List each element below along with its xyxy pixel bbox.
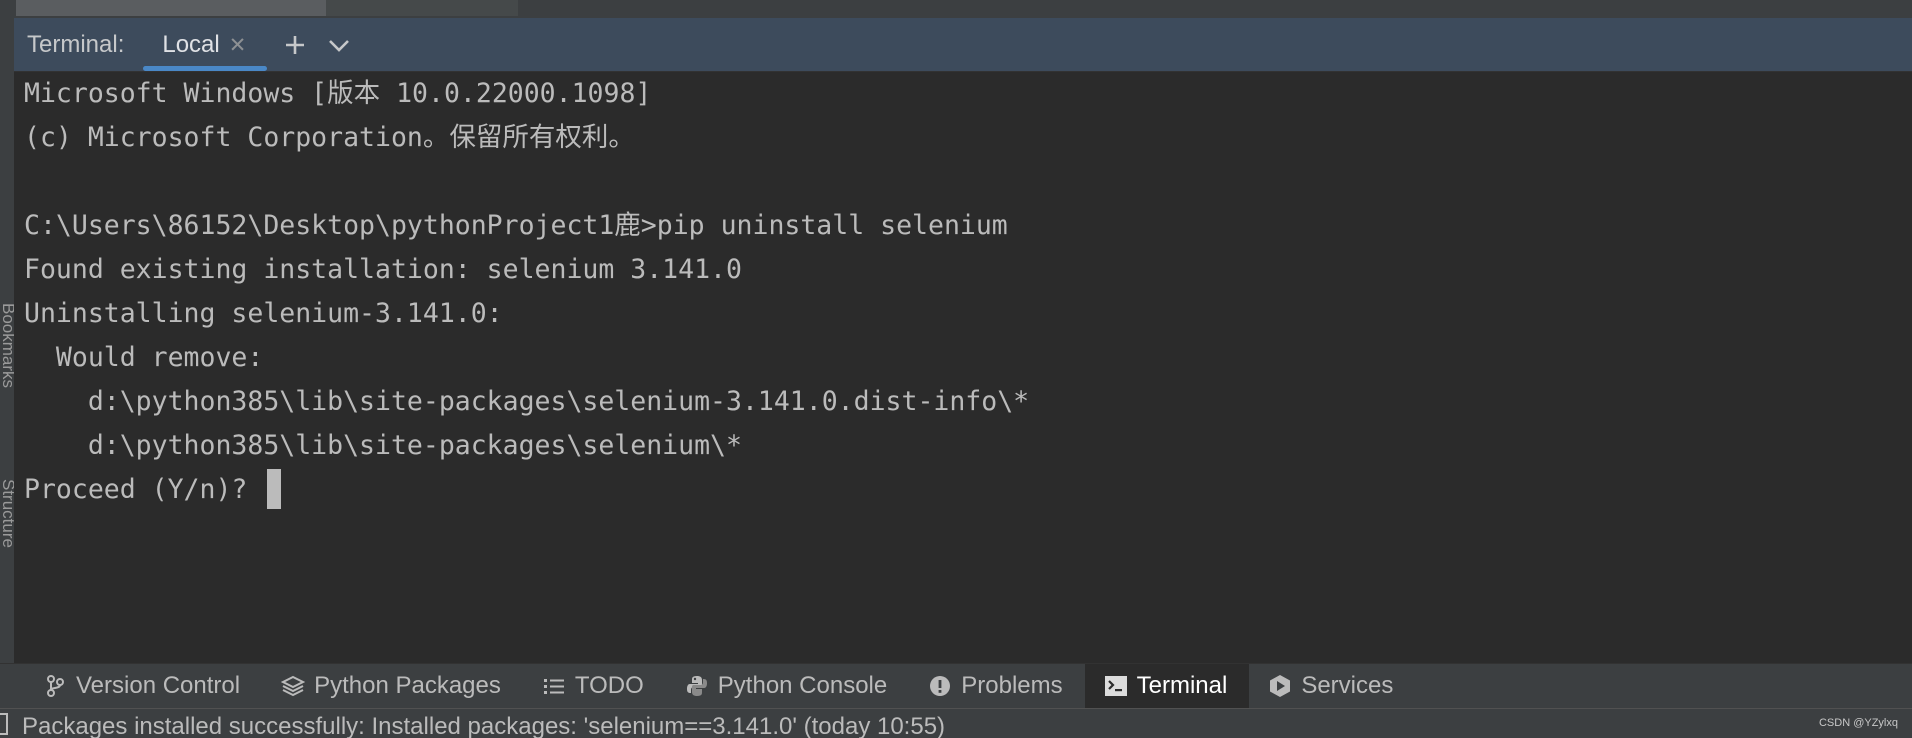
horizontal-scrollbar-thumb[interactable] [16, 0, 326, 16]
status-message[interactable]: Packages installed successfully: Install… [22, 713, 945, 738]
chevron-down-icon [329, 39, 350, 52]
terminal-line: d:\python385\lib\site-packages\selenium-… [24, 386, 1030, 417]
terminal-line: Uninstalling selenium-3.141.0: [24, 298, 503, 329]
terminal-line: Would remove: [24, 342, 264, 373]
text-cursor [267, 468, 282, 509]
tool-tab-label: TODO [574, 672, 644, 699]
new-session-button[interactable] [273, 23, 317, 67]
watermark: CSDN @YZylxq [1818, 717, 1898, 729]
terminal-line: Found existing installation: selenium 3.… [24, 254, 742, 285]
active-tab-indicator [143, 66, 268, 71]
tool-tab-services[interactable]: Services [1249, 664, 1415, 709]
horizontal-scrollbar-track[interactable] [326, 0, 518, 16]
python-icon [684, 673, 710, 699]
tool-tab-label: Problems [961, 672, 1063, 699]
terminal-icon [1103, 673, 1129, 699]
terminal-line: d:\python385\lib\site-packages\selenium\… [24, 430, 742, 461]
panel-toggle-icon[interactable] [0, 713, 8, 735]
ide-window: Bookmarks Structure Terminal: Local ✕ Mi… [0, 0, 1912, 738]
plus-icon [286, 35, 305, 54]
left-tool-strip: Bookmarks Structure [0, 18, 15, 663]
tab-local[interactable]: Local ✕ [143, 18, 268, 71]
bookmarks-tool-label[interactable]: Bookmarks [1, 303, 15, 391]
tool-tab-label: Terminal [1136, 672, 1228, 699]
terminal-output[interactable]: Microsoft Windows [版本 10.0.22000.1098] (… [14, 72, 1912, 663]
tab-local-label: Local [162, 30, 220, 58]
tool-tab-python-console[interactable]: Python Console [666, 664, 909, 709]
terminal-title: Terminal: [27, 30, 125, 58]
warning-icon [927, 673, 953, 699]
tool-tab-problems[interactable]: Problems [909, 664, 1084, 709]
close-icon[interactable]: ✕ [229, 34, 247, 55]
services-icon [1267, 673, 1293, 699]
sessions-dropdown-button[interactable] [317, 23, 361, 67]
prompt-text: Proceed (Y/n)? [24, 474, 264, 505]
layers-icon [280, 673, 306, 699]
terminal-prompt-line: Proceed (Y/n)? [24, 468, 282, 512]
tool-tab-label: Python Console [717, 672, 888, 699]
tool-tab-todo[interactable]: TODO [523, 664, 666, 709]
terminal-line: Microsoft Windows [版本 10.0.22000.1098] [24, 78, 652, 109]
list-icon [541, 673, 567, 699]
terminal-header: Terminal: Local ✕ [14, 18, 1912, 72]
branch-icon [42, 673, 68, 699]
tool-tab-python-packages[interactable]: Python Packages [262, 664, 523, 709]
structure-tool-label[interactable]: Structure [1, 479, 15, 567]
tool-tab-label: Version Control [76, 672, 241, 699]
status-bar: Packages installed successfully: Install… [0, 708, 1912, 738]
tool-tab-terminal[interactable]: Terminal [1084, 663, 1250, 709]
editor-top-strip [0, 0, 1912, 19]
terminal-line: C:\Users\86152\Desktop\pythonProject1鹿>p… [24, 210, 1008, 241]
bottom-tool-window-bar: Version Control Python Packages TODO Pyt… [0, 663, 1912, 709]
tool-tab-label: Services [1301, 672, 1394, 699]
terminal-line: (c) Microsoft Corporation。保留所有权利。 [24, 122, 635, 153]
tool-tab-label: Python Packages [314, 672, 501, 699]
tool-tab-version-control[interactable]: Version Control [24, 664, 262, 709]
